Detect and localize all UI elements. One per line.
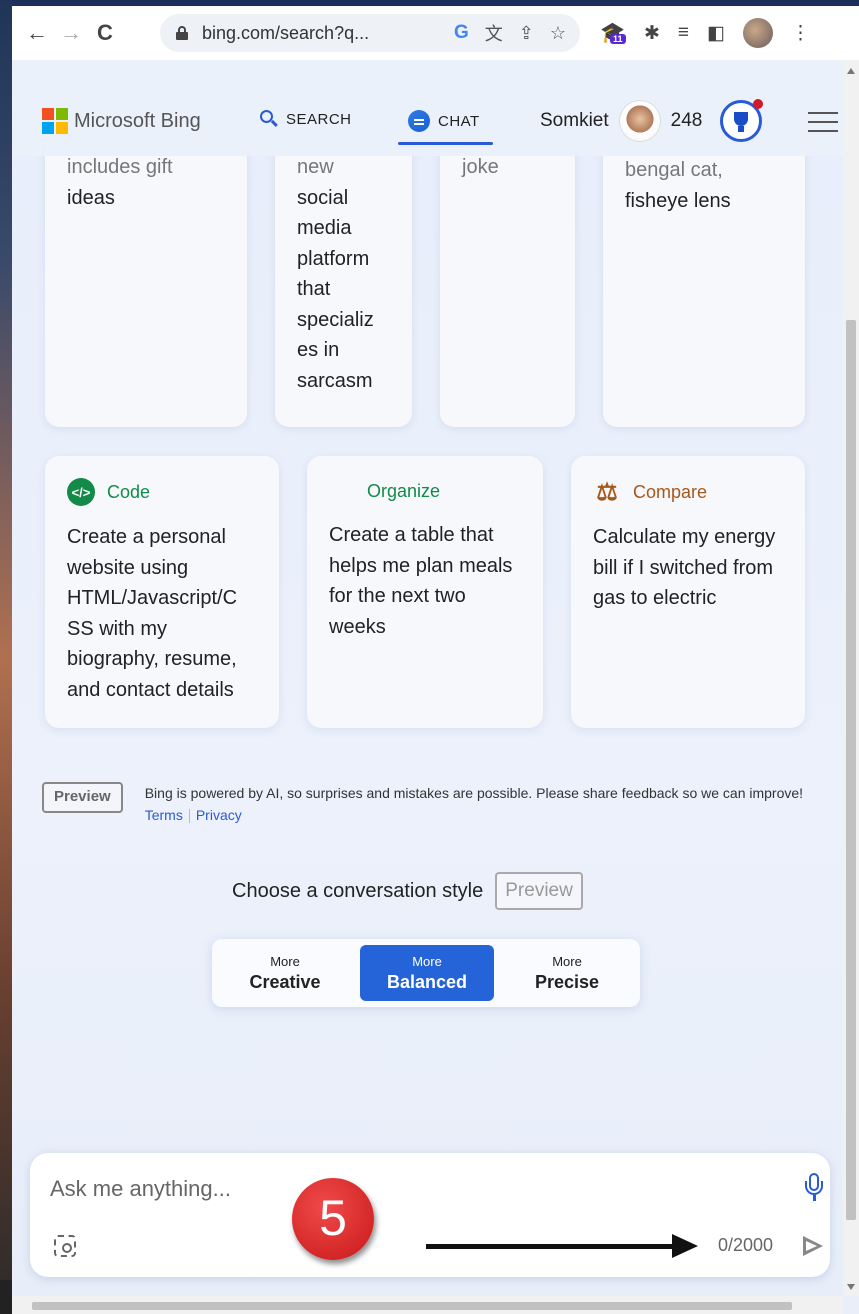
browser-toolbar: ← → C bing.com/search?q... G 文 ⇪ ☆ 🎓 11 ✱… [12,6,859,60]
scroll-up-icon[interactable] [847,68,855,74]
suggestion-card-compare[interactable]: ⚖ Compare Calculate my energy bill if I … [571,456,805,728]
grid-icon [329,478,355,504]
browser-window: ← → C bing.com/search?q... G 文 ⇪ ☆ 🎓 11 ✱… [12,0,859,1314]
forward-button[interactable]: → [54,16,88,50]
conversation-style-header: Choose a conversation style Preview [232,872,583,910]
rewards-trophy-icon[interactable] [720,99,764,142]
privacy-link[interactable]: Privacy [196,807,242,823]
reading-list-icon[interactable]: ≡ [678,22,689,44]
disclaimer-text: Bing is powered by AI, so surprises and … [144,785,804,801]
horizontal-scrollbar[interactable] [12,1296,843,1314]
scale-icon: ⚖ [596,478,618,506]
suggestion-card-organize[interactable]: Organize Create a table that helps me pl… [307,456,543,728]
translate-icon[interactable]: 文 [485,20,503,46]
scrollbar-thumb[interactable] [846,320,856,1220]
google-lens-icon[interactable]: G [454,22,469,44]
user-avatar[interactable] [618,100,661,142]
hamburger-menu-icon[interactable] [808,112,838,132]
annotation-arrow-head [672,1234,698,1258]
active-tab-indicator [398,142,493,145]
suggestion-card[interactable]: joke [440,130,575,427]
suggestion-card[interactable]: new social media platform that specializ… [275,130,412,427]
user-info: Somkiet 248 [540,99,764,142]
rewards-points[interactable]: 248 [671,110,703,132]
preview-tag: Preview [42,782,123,813]
bing-header: Microsoft Bing SEARCH CHAT Somkiet 248 [12,60,843,156]
style-balanced-button[interactable]: More Balanced [360,945,494,1001]
annotation-arrow [426,1244,676,1249]
horizontal-scrollbar-thumb[interactable] [32,1302,792,1310]
visual-search-icon[interactable] [54,1235,76,1257]
suggestion-card[interactable]: includes gift ideas [45,130,247,427]
lock-icon[interactable] [176,26,188,40]
send-icon[interactable] [801,1233,827,1259]
bookmark-star-icon[interactable]: ☆ [550,23,566,44]
character-counter: 0/2000 [718,1235,774,1255]
browser-menu-icon[interactable]: ⋮ [791,22,810,45]
microsoft-logo-icon [42,108,68,134]
suggestion-card-code[interactable]: </> Code Create a personal website using… [45,456,279,728]
conversation-style-label: Choose a conversation style [232,879,484,902]
terms-link[interactable]: Terms [145,807,183,823]
code-icon: </> [67,478,95,506]
bing-chat-page: Microsoft Bing SEARCH CHAT Somkiet 248 i… [12,60,843,1296]
chat-icon [408,110,430,132]
address-bar[interactable]: bing.com/search?q... G 文 ⇪ ☆ [160,14,580,52]
disclaimer: Preview Bing is powered by AI, so surpri… [42,782,822,826]
suggestion-card[interactable]: bengal cat, fisheye lens [603,130,805,427]
url-text[interactable]: bing.com/search?q... [202,23,369,44]
tab-search[interactable]: SEARCH [260,110,352,128]
extensions-puzzle-icon[interactable]: ✱ [644,22,660,45]
desktop-background [0,0,12,1314]
profile-avatar-icon[interactable] [742,18,773,48]
chat-input-box: 0/2000 [30,1153,830,1277]
desktop-taskbar-fragment [0,1280,12,1314]
extension-graduation-icon[interactable]: 🎓 11 [600,20,626,46]
step-number-badge: 5 [292,1178,374,1260]
bing-logo[interactable]: Microsoft Bing [42,108,201,134]
microphone-icon[interactable] [803,1173,825,1203]
user-name[interactable]: Somkiet [540,110,609,132]
search-icon [260,110,278,128]
notification-dot [753,99,764,109]
scroll-down-icon[interactable] [847,1284,855,1290]
back-button[interactable]: ← [20,16,54,50]
tab-chat[interactable]: CHAT [408,110,480,132]
reload-button[interactable]: C [88,16,122,50]
side-panel-icon[interactable]: ◧ [707,22,725,45]
vertical-scrollbar[interactable] [843,60,859,1296]
ask-input[interactable] [50,1171,750,1207]
conversation-preview-tag: Preview [495,872,583,910]
conversation-style-switch: More Creative More Balanced More Precise [212,939,640,1007]
style-creative-button[interactable]: More Creative [218,945,352,1001]
style-precise-button[interactable]: More Precise [500,945,634,1001]
share-icon[interactable]: ⇪ [519,23,534,44]
